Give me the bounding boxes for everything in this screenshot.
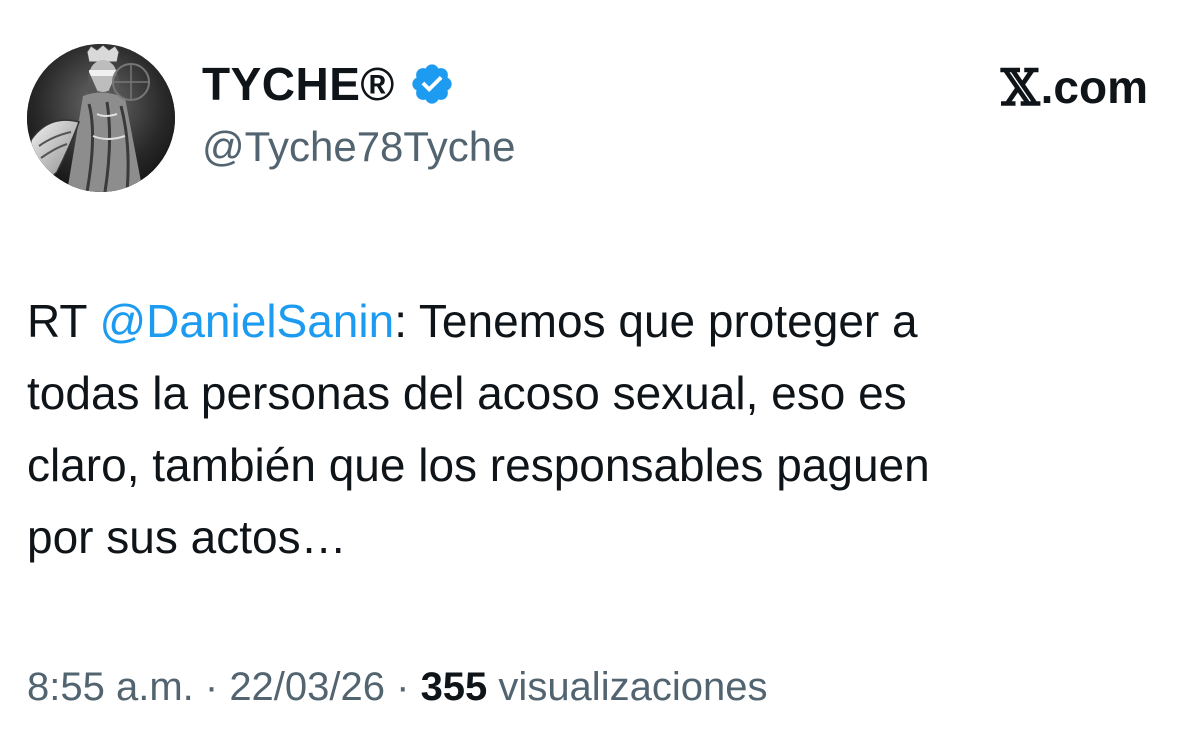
brand-suffix: .com [1040, 61, 1148, 113]
x-brand-logo[interactable]: 𝕏 .com [1000, 57, 1148, 117]
retweet-prefix: RT [27, 295, 100, 347]
tweet-line-4: por sus actos… [27, 511, 347, 563]
author-handle[interactable]: @Tyche78Tyche [202, 122, 515, 172]
avatar[interactable] [27, 44, 175, 192]
author-display-name[interactable]: TYCHE® [202, 58, 395, 110]
tweet-time[interactable]: 8:55 a.m. [27, 665, 194, 709]
tweet-line-3: claro, también que los responsables pagu… [27, 439, 930, 491]
verified-badge-icon [412, 64, 452, 104]
meta-separator-1: · [193, 665, 230, 709]
views-count: 355 [420, 665, 488, 709]
tweet-line-1: RT @DanielSanin: Tenemos que proteger a [27, 285, 1177, 357]
tweet-meta: 8:55 a.m. · 22/03/26 · 355 visualizacion… [27, 660, 767, 714]
x-logo-icon: 𝕏 [1000, 57, 1040, 117]
views-label: visualizaciones [487, 665, 768, 709]
tweet-line-2: todas la personas del acoso sexual, eso … [27, 367, 907, 419]
tweet-card: TYCHE® @Tyche78Tyche 𝕏 .com RT @DanielSa… [0, 0, 1200, 738]
tweet-text: RT @DanielSanin: Tenemos que proteger a … [27, 285, 1177, 573]
meta-separator-2: · [385, 665, 421, 709]
mention-link[interactable]: @DanielSanin [99, 295, 394, 347]
tweet-date[interactable]: 22/03/26 [229, 665, 385, 709]
tweet-line-1-text: : Tenemos que proteger a [394, 295, 918, 347]
avatar-image [27, 44, 175, 192]
author-name-row: TYCHE® [202, 58, 455, 110]
